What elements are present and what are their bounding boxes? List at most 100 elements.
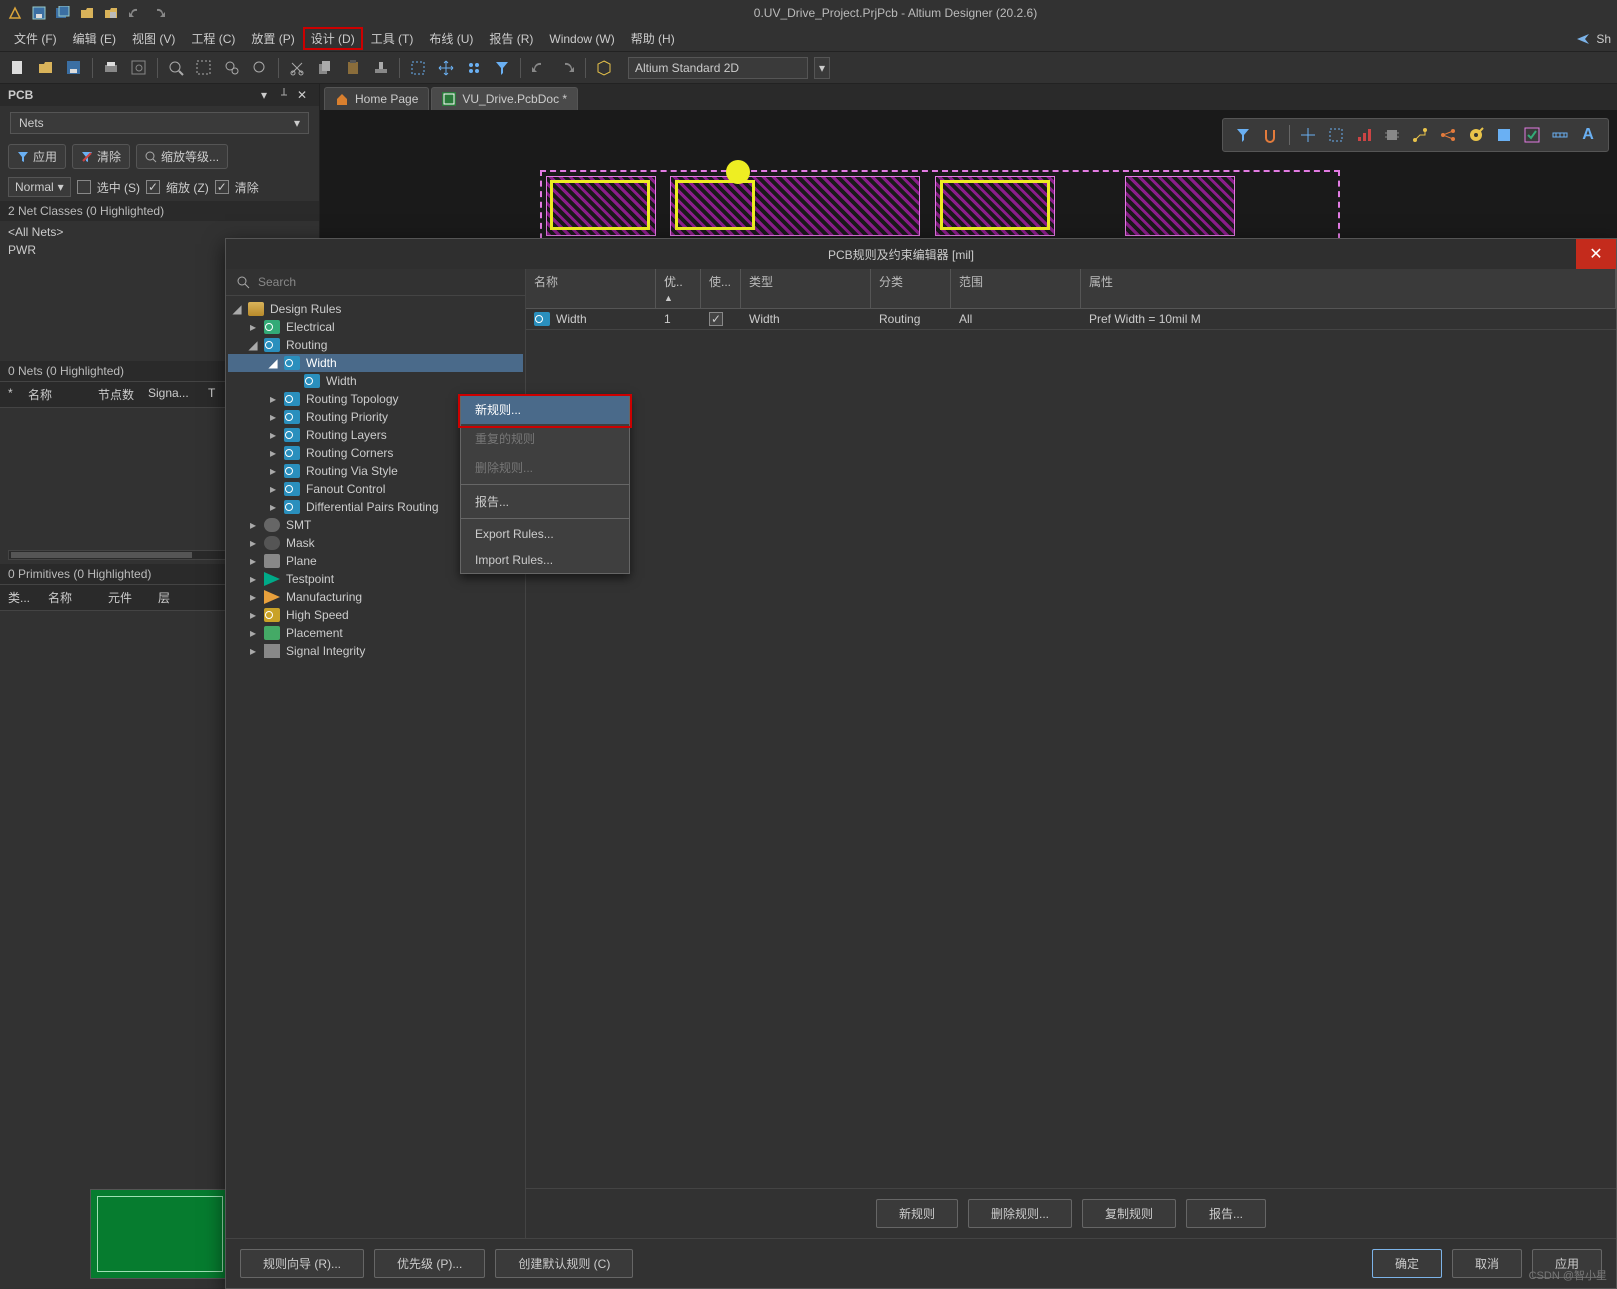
- zoom-icon[interactable]: [248, 56, 272, 80]
- redo-icon[interactable]: [150, 4, 168, 22]
- tree-design-rules[interactable]: ◢Design Rules: [228, 300, 523, 318]
- panel-dropdown-icon[interactable]: ▾: [261, 88, 275, 102]
- col-priority[interactable]: 优.. ▲: [656, 269, 701, 308]
- copy-rule-button[interactable]: 复制规则: [1082, 1199, 1176, 1228]
- tab-pcbdoc[interactable]: VU_Drive.PcbDoc *: [431, 87, 578, 110]
- view-mode-dropdown-icon[interactable]: ▾: [814, 57, 830, 79]
- cancel-button[interactable]: 取消: [1452, 1249, 1522, 1278]
- zoom-area-icon[interactable]: [164, 56, 188, 80]
- col-name[interactable]: 名称: [24, 384, 94, 405]
- create-default-button[interactable]: 创建默认规则 (C): [495, 1249, 633, 1278]
- print-icon[interactable]: [99, 56, 123, 80]
- menu-tools[interactable]: 工具 (T): [363, 27, 422, 50]
- 3d-icon[interactable]: [592, 56, 616, 80]
- ok-button[interactable]: 确定: [1372, 1249, 1442, 1278]
- panel-pin-icon[interactable]: [279, 88, 293, 102]
- polygon-icon[interactable]: [1494, 125, 1514, 145]
- col-pname[interactable]: 名称: [44, 587, 104, 608]
- menu-view[interactable]: 视图 (V): [124, 27, 183, 50]
- col-layer[interactable]: 层: [154, 587, 194, 608]
- net-icon[interactable]: [1438, 125, 1458, 145]
- save-icon[interactable]: [30, 4, 48, 22]
- search-box[interactable]: Search: [226, 269, 525, 296]
- undo-icon[interactable]: [527, 56, 551, 80]
- menu-edit[interactable]: 编辑 (E): [65, 27, 124, 50]
- col-attributes[interactable]: 属性: [1081, 269, 1616, 308]
- share-button[interactable]: Sh: [1576, 32, 1611, 46]
- zoom-selected-icon[interactable]: [220, 56, 244, 80]
- menu-design[interactable]: 设计 (D): [303, 27, 363, 50]
- col-category[interactable]: 分类: [871, 269, 951, 308]
- tree-width[interactable]: ◢Width: [228, 354, 523, 372]
- undo-icon[interactable]: [126, 4, 144, 22]
- redo-icon[interactable]: [555, 56, 579, 80]
- tree-routing[interactable]: ◢Routing: [228, 336, 523, 354]
- via-icon[interactable]: [1466, 125, 1486, 145]
- report-button[interactable]: 报告...: [1186, 1199, 1266, 1228]
- new-rule-button[interactable]: 新规则: [876, 1199, 958, 1228]
- menu-report[interactable]: 报告 (R): [481, 27, 541, 50]
- dialog-close-button[interactable]: ✕: [1576, 239, 1616, 269]
- col-type[interactable]: 类型: [741, 269, 871, 308]
- col-comp[interactable]: 元件: [104, 587, 154, 608]
- open-icon[interactable]: [78, 4, 96, 22]
- enabled-checkbox[interactable]: ✓: [709, 312, 723, 326]
- menu-route[interactable]: 布线 (U): [421, 27, 481, 50]
- col-star[interactable]: *: [4, 384, 24, 405]
- snap-icon[interactable]: [1261, 125, 1281, 145]
- menu-window[interactable]: Window (W): [541, 29, 622, 49]
- save-all-icon[interactable]: [54, 4, 72, 22]
- tree-placement[interactable]: ▸Placement: [228, 624, 523, 642]
- zoom-level-button[interactable]: 缩放等级...: [136, 144, 228, 169]
- menu-help[interactable]: 帮助 (H): [623, 27, 683, 50]
- pcb-selector[interactable]: Nets ▾: [10, 112, 309, 134]
- panel-close-icon[interactable]: ✕: [297, 88, 311, 102]
- place-cross-icon[interactable]: [1298, 125, 1318, 145]
- tree-manufacturing[interactable]: ▸Manufacturing: [228, 588, 523, 606]
- open-project-icon[interactable]: [102, 4, 120, 22]
- ctx-import-rules[interactable]: Import Rules...: [461, 547, 629, 573]
- measure-icon[interactable]: [1550, 125, 1570, 145]
- preview-icon[interactable]: [127, 56, 151, 80]
- col-scope[interactable]: 范围: [951, 269, 1081, 308]
- cut-icon[interactable]: [285, 56, 309, 80]
- tree-highspeed[interactable]: ▸High Speed: [228, 606, 523, 624]
- col-name[interactable]: 名称: [526, 269, 656, 308]
- view-mode-select[interactable]: [628, 57, 808, 79]
- select-rect-icon[interactable]: [406, 56, 430, 80]
- ctx-report[interactable]: 报告...: [461, 487, 629, 516]
- tree-width-rule[interactable]: ▸Width: [228, 372, 523, 390]
- move-icon[interactable]: [434, 56, 458, 80]
- zoom-checkbox[interactable]: ✓: [146, 180, 160, 194]
- priority-button[interactable]: 优先级 (P)...: [374, 1249, 485, 1278]
- col-enabled[interactable]: 使...: [701, 269, 741, 308]
- filter-icon[interactable]: [490, 56, 514, 80]
- menu-file[interactable]: 文件 (F): [6, 27, 65, 50]
- tab-home[interactable]: Home Page: [324, 87, 429, 110]
- delete-rule-button[interactable]: 删除规则...: [968, 1199, 1072, 1228]
- col-t[interactable]: T: [204, 384, 224, 405]
- text-icon[interactable]: A: [1578, 125, 1598, 145]
- display-mode-select[interactable]: Normal ▾: [8, 177, 71, 197]
- col-signal[interactable]: Signa...: [144, 384, 204, 405]
- open-folder-icon[interactable]: [34, 56, 58, 80]
- select-touching-icon[interactable]: [462, 56, 486, 80]
- filter-icon[interactable]: [1233, 125, 1253, 145]
- paste-icon[interactable]: [341, 56, 365, 80]
- apply-button[interactable]: 应用: [8, 144, 66, 169]
- rubber-stamp-icon[interactable]: [369, 56, 393, 80]
- drc-icon[interactable]: [1522, 125, 1542, 145]
- menu-place[interactable]: 放置 (P): [243, 27, 302, 50]
- route-icon[interactable]: [1410, 125, 1430, 145]
- tree-signal-integrity[interactable]: ▸Signal Integrity: [228, 642, 523, 660]
- copy-icon[interactable]: [313, 56, 337, 80]
- menu-project[interactable]: 工程 (C): [183, 27, 243, 50]
- component-icon[interactable]: [1382, 125, 1402, 145]
- ctx-new-rule[interactable]: 新规则...: [461, 395, 629, 424]
- align-icon[interactable]: [1354, 125, 1374, 145]
- tree-electrical[interactable]: ▸Electrical: [228, 318, 523, 336]
- select-icon[interactable]: [1326, 125, 1346, 145]
- rule-wizard-button[interactable]: 规则向导 (R)...: [240, 1249, 364, 1278]
- select-checkbox[interactable]: [77, 180, 91, 194]
- clear-button[interactable]: 清除: [72, 144, 130, 169]
